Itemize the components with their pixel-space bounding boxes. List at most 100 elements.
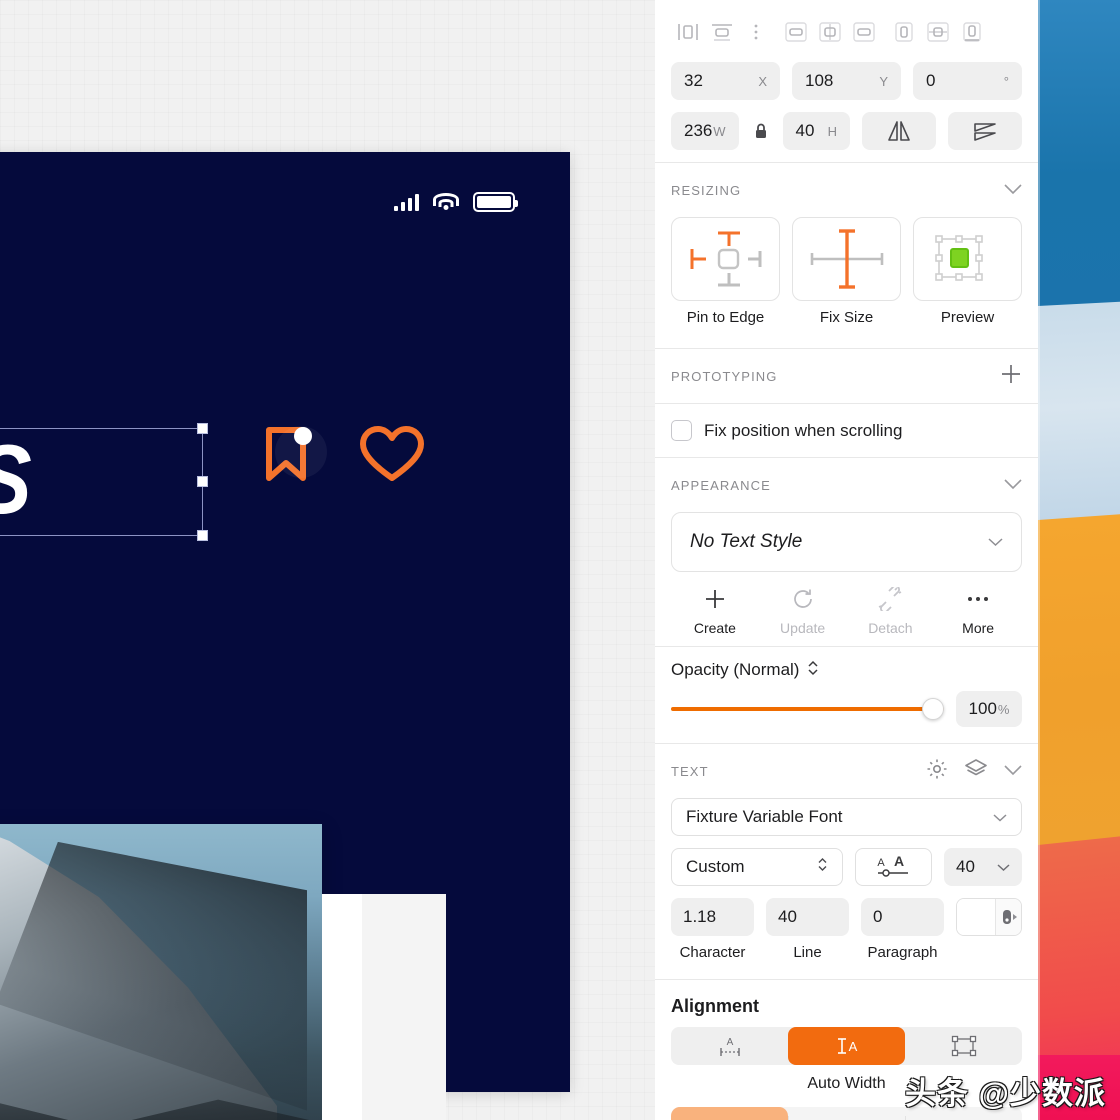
up-down-chevrons-icon[interactable]: [807, 659, 819, 681]
lock-closed-icon[interactable]: [751, 122, 771, 140]
more-align-options-icon[interactable]: [739, 16, 773, 48]
align-middle-icon[interactable]: [813, 16, 847, 48]
align-bottom-icon[interactable]: [847, 16, 881, 48]
style-actions[interactable]: Create Update Detach More: [655, 572, 1038, 646]
layers-icon[interactable]: [964, 758, 988, 784]
align-left-icon[interactable]: [671, 16, 705, 48]
x-value: 32: [684, 71, 703, 90]
opacity-value-field[interactable]: 100 %: [956, 691, 1022, 727]
opacity-control[interactable]: 100 %: [671, 691, 1022, 727]
line-height-field[interactable]: 40: [766, 898, 849, 936]
fixed-width-icon[interactable]: A: [671, 1027, 788, 1065]
desktop-wallpaper: [1038, 0, 1120, 1120]
font-size-select[interactable]: 40: [943, 848, 1022, 886]
align-toolbar[interactable]: [655, 0, 1038, 62]
y-field[interactable]: 108 Y: [792, 62, 901, 100]
opacity-block[interactable]: Opacity (Normal) 100 %: [655, 647, 1038, 743]
chevron-down-icon[interactable]: [997, 857, 1010, 877]
fix-position-checkbox[interactable]: [671, 420, 692, 441]
align-center-vertical-icon[interactable]: [705, 16, 739, 48]
character-spacing-control[interactable]: 1.18 Character: [671, 898, 754, 961]
chevron-down-icon[interactable]: [1004, 182, 1022, 199]
line-height-control[interactable]: 40 Line: [766, 898, 849, 961]
font-settings-row[interactable]: Custom A A 40: [655, 836, 1038, 886]
auto-height-icon[interactable]: [905, 1027, 1022, 1065]
more-style-button[interactable]: More: [934, 586, 1022, 636]
bookmark-icon[interactable]: [261, 424, 327, 486]
font-family-select[interactable]: Fixture Variable Font: [671, 798, 1022, 836]
text-section-header[interactable]: TEXT: [655, 744, 1038, 798]
text-style-select[interactable]: No Text Style: [671, 512, 1022, 572]
detach-style-button[interactable]: Detach: [847, 586, 935, 636]
position-fields[interactable]: 32 X 108 Y 0 °: [655, 62, 1038, 112]
height-field[interactable]: 40 H: [782, 112, 850, 150]
auto-width-icon[interactable]: A: [788, 1027, 905, 1065]
resize-option-fix-size[interactable]: Fix Size: [792, 217, 901, 326]
plus-icon[interactable]: [1000, 363, 1022, 389]
selected-text-layer[interactable]: TRIPS: [0, 423, 208, 541]
flip-vertical-icon[interactable]: [948, 112, 1022, 150]
opacity-label: Opacity (Normal): [671, 660, 800, 679]
width-field[interactable]: 236 W: [671, 112, 739, 150]
line-height-value: 40: [778, 907, 797, 926]
resizing-options[interactable]: Pin to Edge Fix Size Preview: [655, 217, 1038, 334]
font-weight-value: Custom: [686, 857, 745, 876]
svg-text:A: A: [848, 1039, 857, 1054]
gear-icon[interactable]: [926, 758, 948, 784]
vertical-text-field[interactable]: [956, 898, 1022, 936]
up-down-chevrons-icon[interactable]: [817, 856, 828, 878]
create-style-button[interactable]: Create: [671, 586, 759, 636]
prototyping-section-header[interactable]: PROTOTYPING: [655, 349, 1038, 403]
vertical-text-icon[interactable]: [995, 899, 1021, 935]
fix-size-icon[interactable]: [792, 217, 901, 301]
pin-to-edge-icon[interactable]: [671, 217, 780, 301]
character-spacing-field[interactable]: 1.18: [671, 898, 754, 936]
resize-option-preview[interactable]: Preview: [913, 217, 1022, 326]
paragraph-spacing-control[interactable]: 0 Paragraph: [861, 898, 944, 961]
selection-handle-middle-right[interactable]: [197, 476, 208, 487]
vertical-text-input[interactable]: [957, 899, 995, 935]
chevron-down-icon[interactable]: [1004, 477, 1022, 494]
size-mode-segmented-control[interactable]: A A: [671, 1027, 1022, 1065]
width-unit: W: [713, 123, 726, 139]
text-align-left-icon[interactable]: [671, 1107, 788, 1120]
fix-position-checkbox-row[interactable]: Fix position when scrolling: [655, 404, 1038, 457]
paragraph-spacing-field[interactable]: 0: [861, 898, 944, 936]
font-family-value: Fixture Variable Font: [686, 807, 843, 826]
x-field[interactable]: 32 X: [671, 62, 780, 100]
resize-option-pin-to-edge[interactable]: Pin to Edge: [671, 217, 780, 326]
update-style-button[interactable]: Update: [759, 586, 847, 636]
rotation-field[interactable]: 0 °: [913, 62, 1022, 100]
inspector-panel[interactable]: 32 X 108 Y 0 ° 236 W 40 H RESIZING Pin t…: [655, 0, 1038, 1120]
artboard-action-icons[interactable]: [261, 424, 425, 486]
opacity-slider[interactable]: [671, 698, 944, 720]
font-variation-icon[interactable]: A A: [854, 848, 932, 886]
text-metrics-row[interactable]: 1.18 Character 40 Line 0 Paragraph: [655, 886, 1038, 961]
text-align-center-icon[interactable]: [788, 1107, 905, 1120]
align-left-edge-icon[interactable]: [887, 16, 921, 48]
chevron-down-icon[interactable]: [993, 807, 1007, 827]
resize-preview-icon[interactable]: [913, 217, 1022, 301]
design-canvas[interactable]: TRIPS the s land: [0, 0, 655, 1120]
opacity-header[interactable]: Opacity (Normal): [671, 659, 1022, 681]
vertical-text-control[interactable]: [956, 898, 1022, 961]
flip-horizontal-icon[interactable]: [862, 112, 936, 150]
width-value: 236: [684, 121, 713, 140]
resizing-section-header[interactable]: RESIZING: [655, 163, 1038, 217]
x-unit: X: [758, 73, 767, 89]
appearance-section-header[interactable]: APPEARANCE: [655, 458, 1038, 512]
destination-photo-card[interactable]: the s land: [0, 824, 322, 1120]
svg-text:A: A: [726, 1037, 733, 1048]
align-top-icon[interactable]: [779, 16, 813, 48]
chevron-down-icon[interactable]: [988, 534, 1003, 551]
chevron-down-icon[interactable]: [1004, 763, 1022, 780]
distribute-horizontal-icon[interactable]: [921, 16, 955, 48]
selection-handle-top-right[interactable]: [197, 423, 208, 434]
font-weight-select[interactable]: Custom: [671, 848, 843, 886]
selection-handle-bottom-right[interactable]: [197, 530, 208, 541]
artboard-screen[interactable]: TRIPS the s land: [0, 152, 570, 1120]
opacity-knob[interactable]: [922, 698, 944, 720]
align-right-edge-icon[interactable]: [955, 16, 989, 48]
size-fields[interactable]: 236 W 40 H: [655, 112, 1038, 162]
heart-outline-icon[interactable]: [359, 426, 425, 484]
